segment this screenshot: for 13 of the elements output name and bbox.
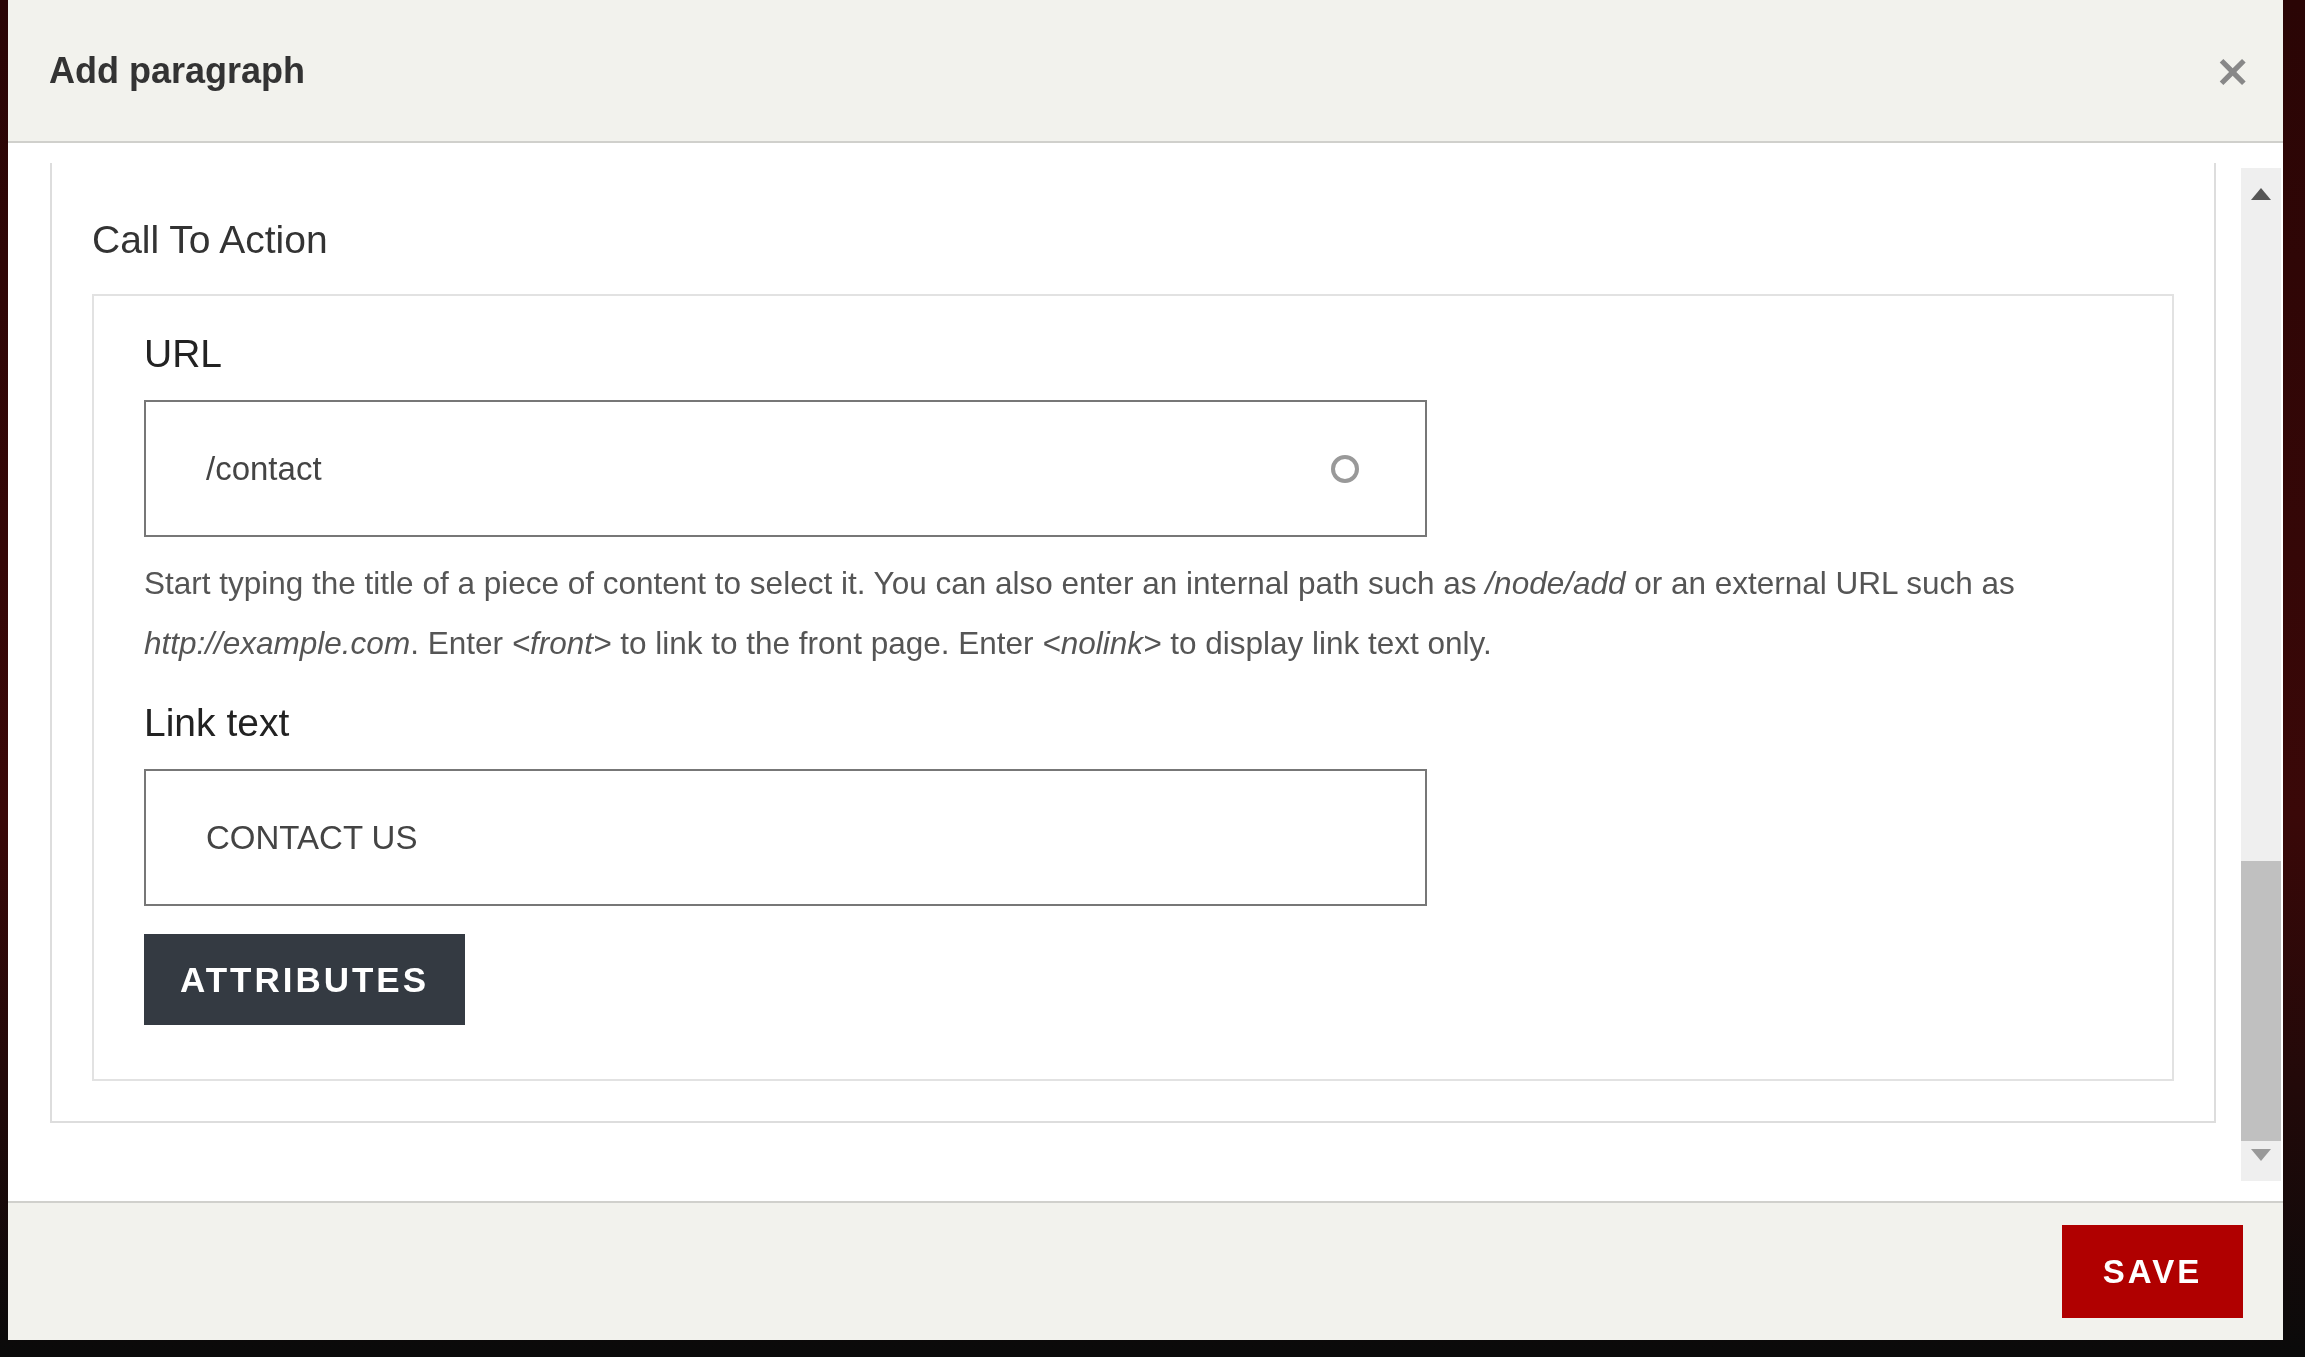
section-title: Call To Action bbox=[92, 218, 329, 262]
scrollbar[interactable] bbox=[2241, 168, 2281, 1181]
attributes-button[interactable]: ATTRIBUTES bbox=[144, 934, 466, 1025]
dialog-title: Add paragraph bbox=[49, 49, 306, 92]
loading-icon bbox=[1329, 452, 1361, 485]
field-description: Start typing the title of a piece of content to select it. You can also enter an internal path such as /node/add or an external URL such as http://example.com. Enter <front> to link to the front page. Enter <nolink> to display link text only. bbox=[144, 564, 2016, 663]
field-label: Link text bbox=[144, 701, 291, 745]
input-field[interactable]: /contact bbox=[144, 400, 1427, 537]
scroll-up-icon[interactable] bbox=[2250, 188, 2272, 200]
input-field[interactable]: CONTACT US bbox=[144, 769, 1427, 906]
save-button[interactable]: SAVE bbox=[2062, 1225, 2243, 1318]
field-label: URL bbox=[144, 332, 224, 376]
scroll-down-icon[interactable] bbox=[2250, 1149, 2272, 1161]
